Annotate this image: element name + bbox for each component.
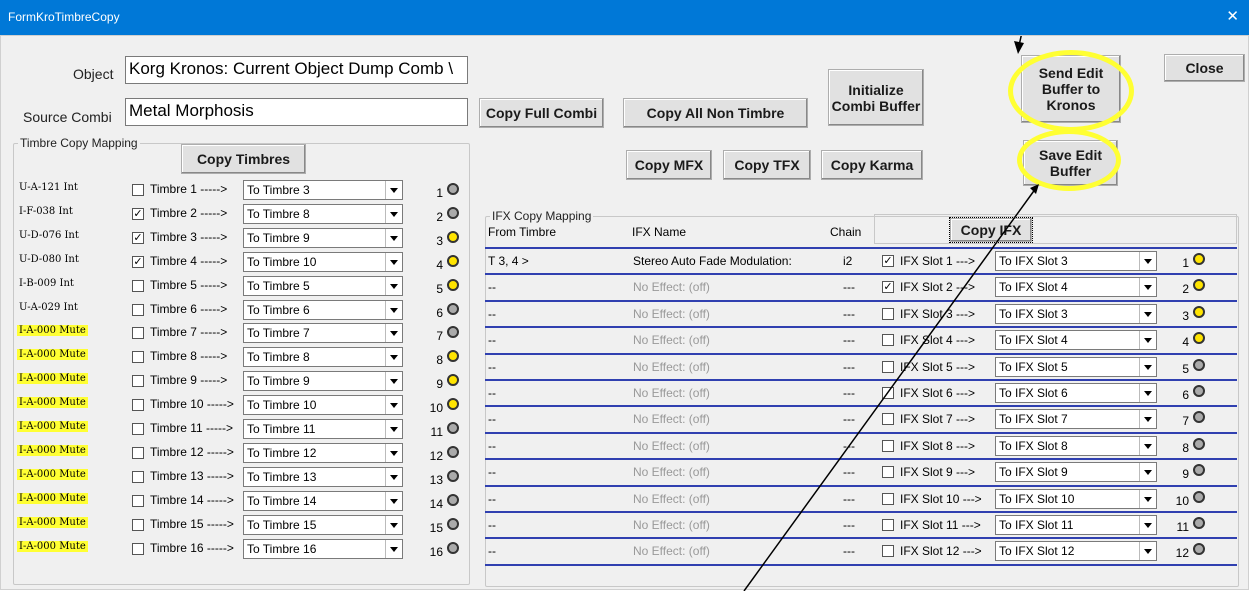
- arrowhead-send: [1014, 41, 1024, 54]
- close-icon[interactable]: ✕: [1226, 7, 1239, 25]
- arrowhead-save: [1030, 184, 1039, 194]
- title-bar: FormKroTimbreCopy ✕: [0, 0, 1249, 35]
- annotation-arrows: [743, 36, 1039, 591]
- arrow-to-save: [743, 187, 1037, 591]
- form-body: Object Korg Kronos: Current Object Dump …: [0, 35, 1249, 591]
- app-window: FormKroTimbreCopy ✕ Object Korg Kronos: …: [0, 0, 1249, 591]
- window-title: FormKroTimbreCopy: [8, 10, 120, 24]
